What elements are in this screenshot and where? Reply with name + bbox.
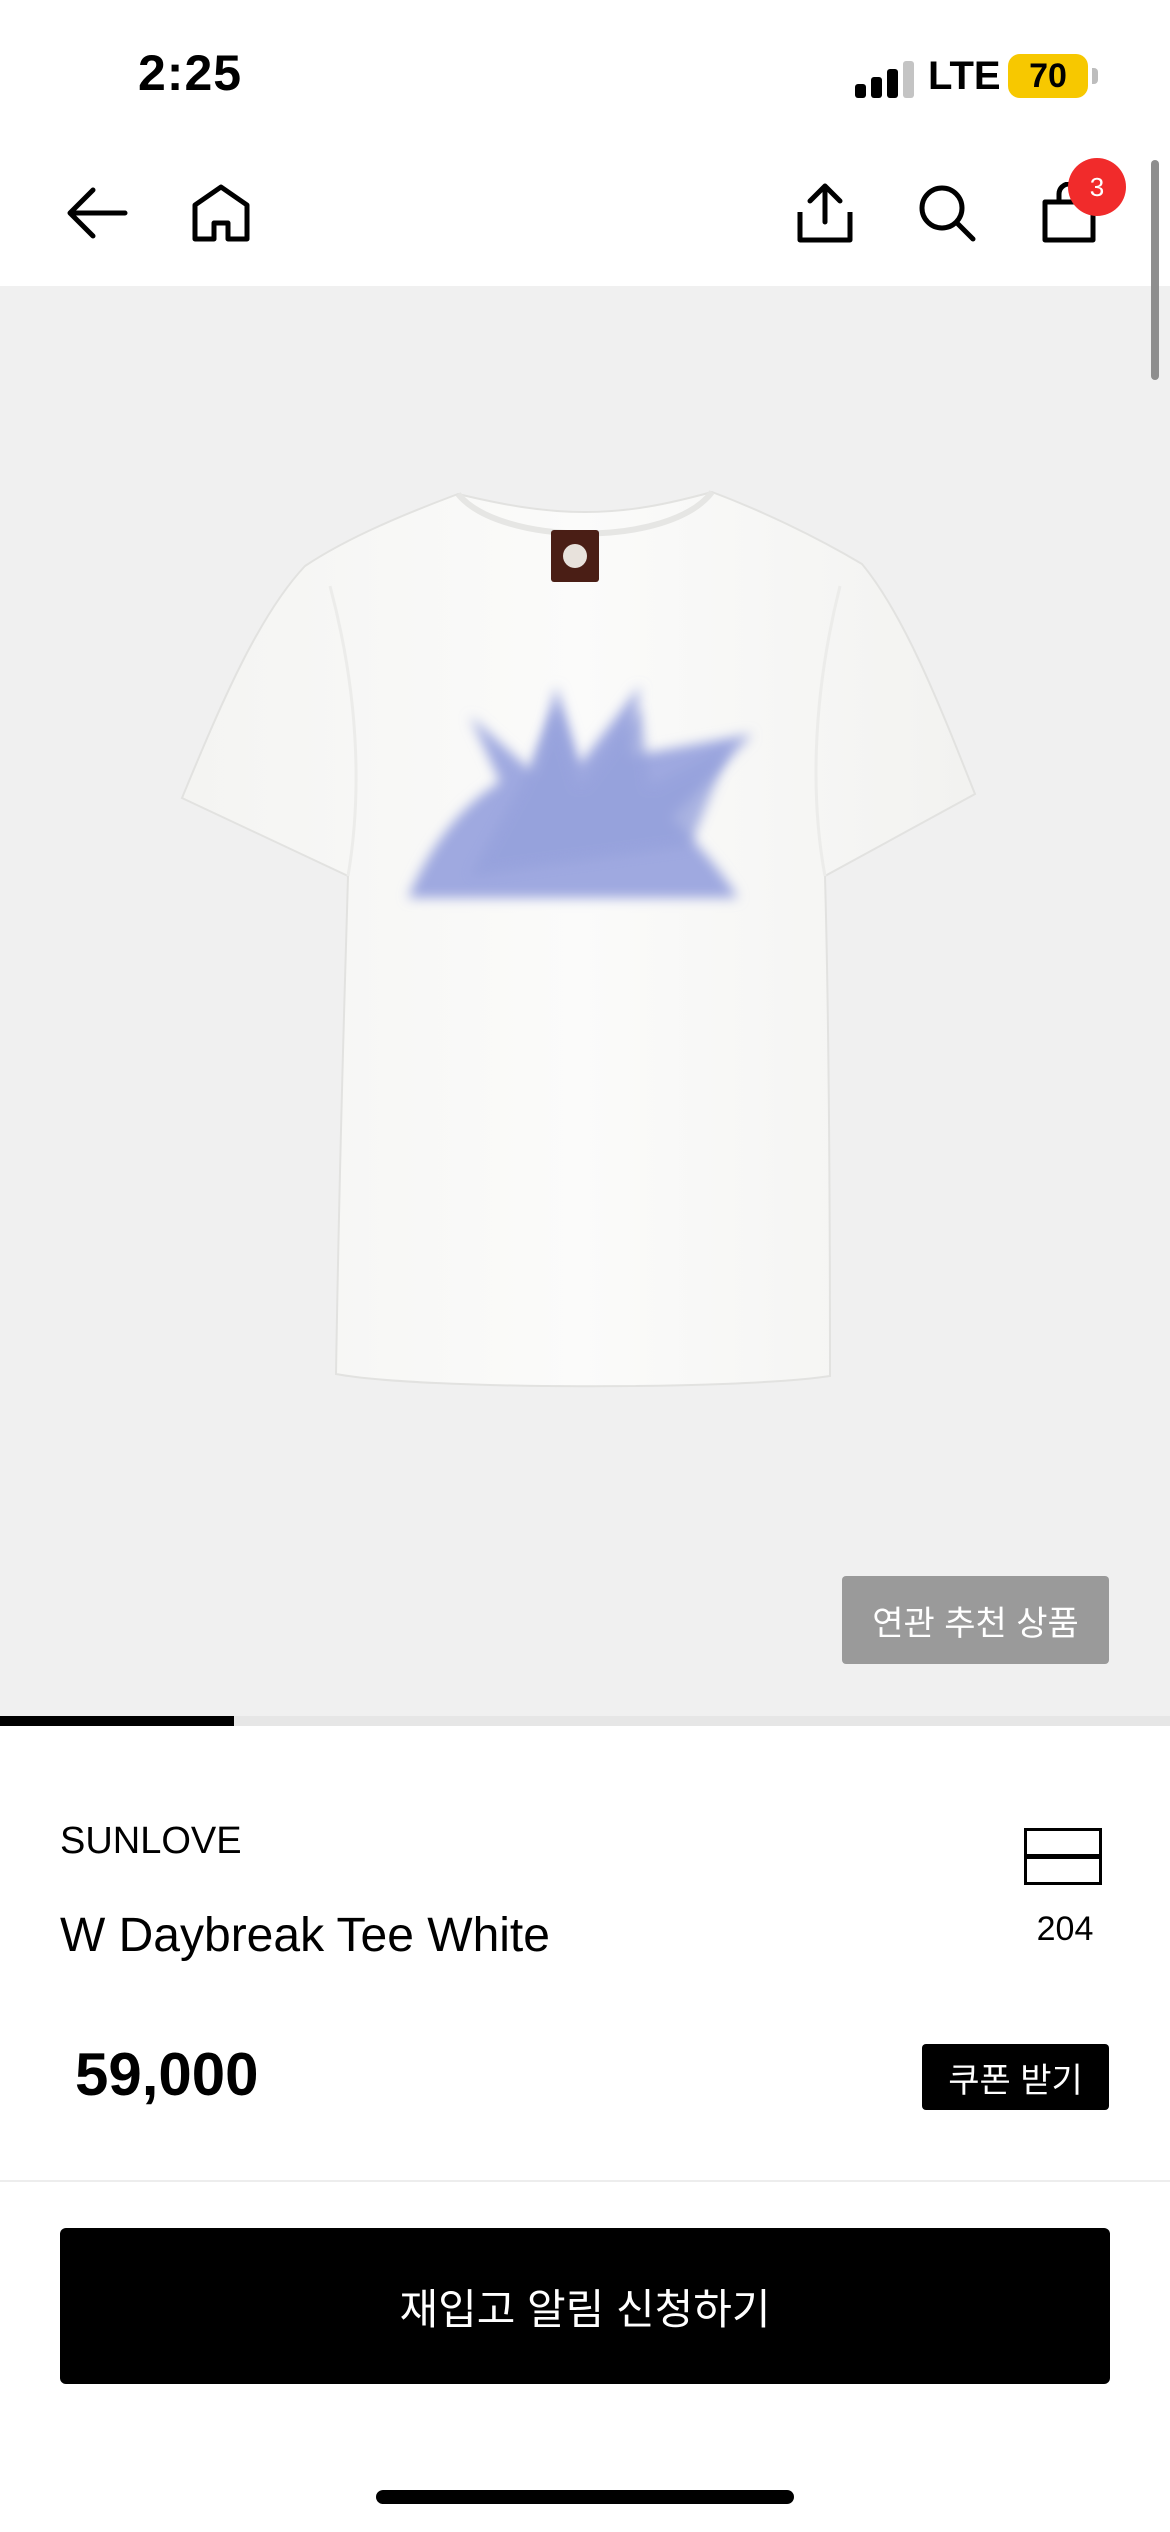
restock-notify-button[interactable]: 재입고 알림 신청하기 — [60, 2228, 1110, 2384]
coupon-button[interactable]: 쿠폰 받기 — [922, 2044, 1109, 2110]
share-icon — [797, 183, 853, 243]
product-image-gallery[interactable] — [0, 286, 1170, 1720]
search-button[interactable] — [902, 168, 992, 258]
gallery-progress-indicator — [0, 1716, 234, 1726]
section-divider — [0, 2180, 1170, 2182]
product-title: W Daybreak Tee White — [60, 1909, 550, 1962]
product-image — [180, 490, 977, 1388]
signal-strength-icon — [855, 60, 917, 98]
list-count: 204 — [1036, 1910, 1094, 1948]
brand-name[interactable]: SUNLOVE — [60, 1820, 242, 1863]
battery-level: 70 — [1029, 56, 1067, 95]
cart-count-badge: 3 — [1068, 158, 1126, 216]
home-icon — [192, 184, 250, 242]
page-scrollbar[interactable] — [1151, 160, 1159, 380]
battery-icon: 70 — [1008, 54, 1088, 98]
arrow-left-icon — [67, 187, 128, 239]
status-time: 2:25 — [138, 45, 243, 101]
related-products-button[interactable]: 연관 추천 상품 — [842, 1576, 1109, 1664]
search-icon — [919, 185, 976, 242]
home-indicator[interactable] — [376, 2490, 794, 2504]
product-price: 59,000 — [75, 2041, 259, 2108]
battery-cap — [1092, 68, 1098, 84]
home-button[interactable] — [176, 168, 266, 258]
share-button[interactable] — [780, 168, 870, 258]
network-type: LTE — [928, 54, 1001, 98]
list-view-icon[interactable] — [1024, 1828, 1102, 1886]
back-button[interactable] — [52, 168, 142, 258]
